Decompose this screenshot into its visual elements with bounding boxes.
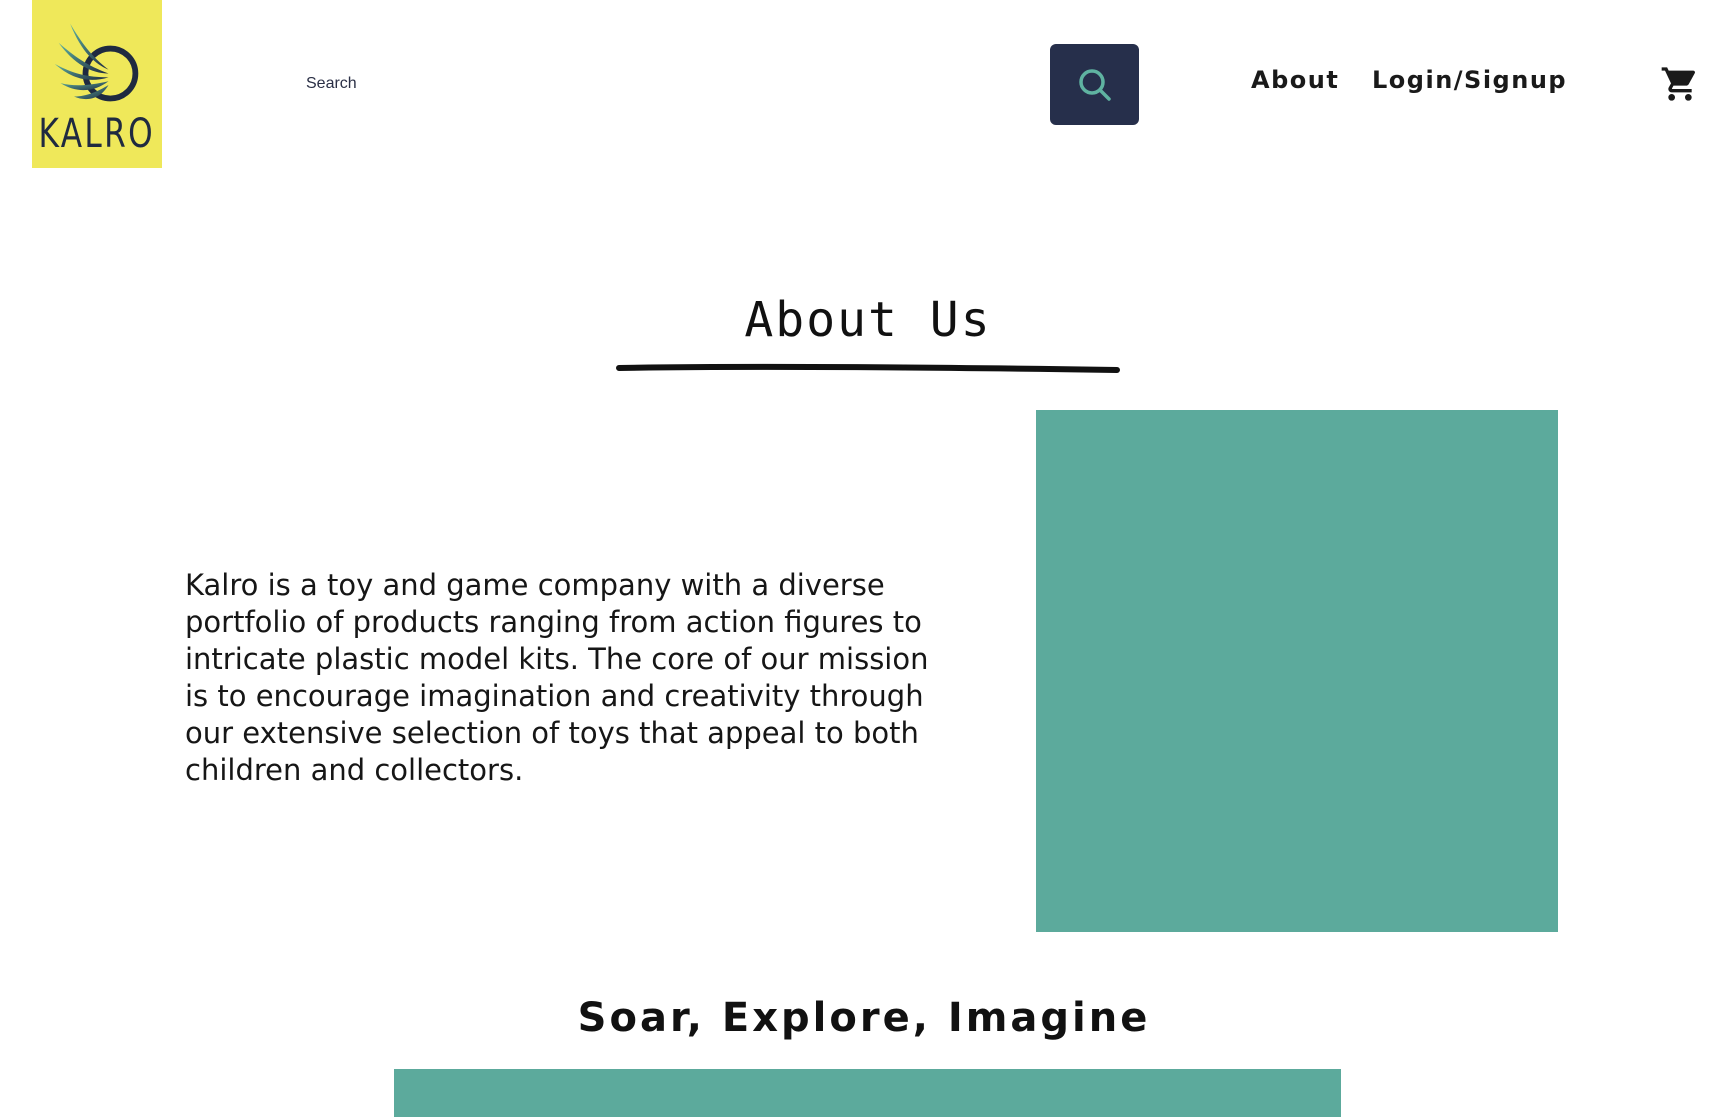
cart-icon[interactable] <box>1660 64 1700 104</box>
wing-circle-icon <box>54 23 139 102</box>
nav-about-link[interactable]: About <box>1251 68 1339 92</box>
about-description: Kalro is a toy and game company with a d… <box>185 568 929 787</box>
search-icon <box>1078 68 1111 101</box>
about-image-placeholder <box>1036 410 1558 932</box>
logo-text: KALRO <box>38 111 156 157</box>
logo[interactable]: KALRO <box>32 0 162 168</box>
banner-image-placeholder <box>394 1069 1341 1117</box>
nav-login-signup-link[interactable]: Login/Signup <box>1372 68 1567 92</box>
search-button[interactable] <box>1050 44 1139 125</box>
title-underline <box>616 363 1120 373</box>
tagline: Soar, Explore, Imagine <box>577 995 1151 1041</box>
page-title: About Us <box>744 292 992 348</box>
search-input[interactable] <box>300 44 1040 124</box>
